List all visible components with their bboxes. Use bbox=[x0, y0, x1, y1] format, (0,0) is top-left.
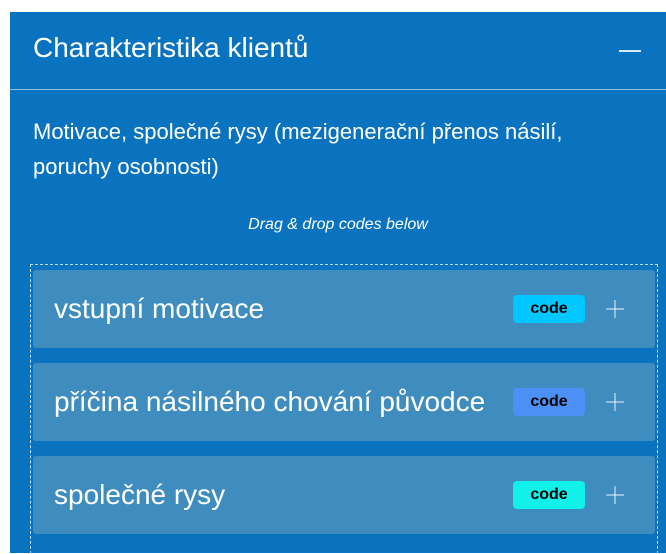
code-row-spolecne-rysy[interactable]: společné rysy code bbox=[33, 456, 655, 534]
drag-drop-hint: Drag & drop codes below bbox=[248, 216, 428, 233]
minus-icon[interactable] bbox=[616, 36, 644, 64]
plus-icon[interactable] bbox=[601, 481, 629, 509]
code-label: společné rysy bbox=[54, 479, 226, 510]
code-label: příčina násilného chování původce bbox=[54, 386, 486, 417]
characteristics-panel: Charakteristika klientů Motivace, společ… bbox=[10, 12, 666, 554]
code-badge[interactable]: code bbox=[513, 295, 585, 323]
code-badge[interactable]: code bbox=[513, 388, 585, 416]
panel-title: Charakteristika klientů bbox=[33, 32, 309, 63]
panel-header[interactable]: Charakteristika klientů bbox=[10, 12, 666, 90]
code-row-vstupni-motivace[interactable]: vstupní motivace code bbox=[33, 270, 655, 348]
code-dropzone[interactable]: vstupní motivace code příčina násilného … bbox=[30, 264, 658, 554]
code-row-pricina-nasilneho-chovani[interactable]: příčina násilného chování původce code bbox=[33, 363, 655, 441]
plus-icon[interactable] bbox=[601, 388, 629, 416]
code-badge[interactable]: code bbox=[513, 481, 585, 509]
panel-description: Motivace, společné rysy (mezigenerační p… bbox=[33, 119, 563, 179]
plus-icon[interactable] bbox=[601, 295, 629, 323]
code-label: vstupní motivace bbox=[54, 293, 265, 324]
